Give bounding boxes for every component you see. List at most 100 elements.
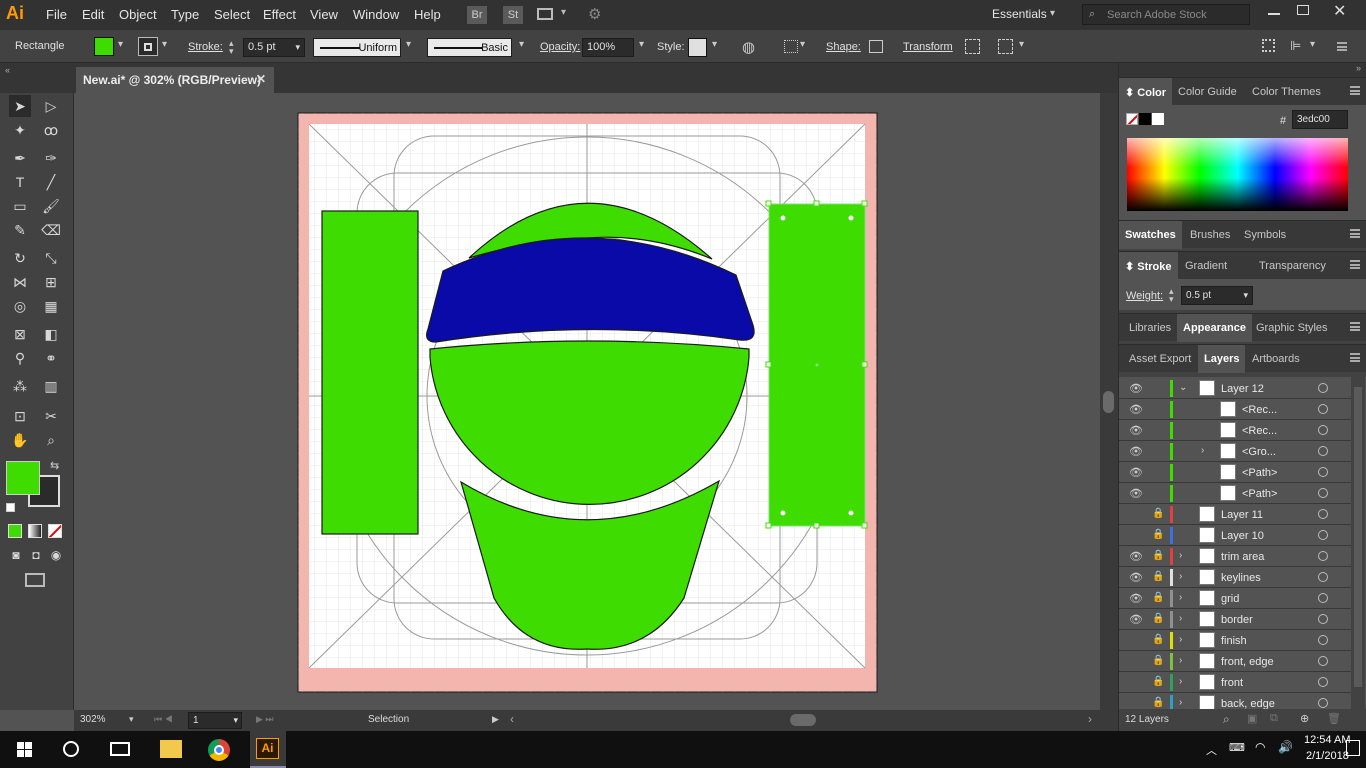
layer-row[interactable]: 🔒 › back, edge <box>1119 693 1351 709</box>
layer-row[interactable]: 👁 ⌄ Layer 12 <box>1119 378 1351 399</box>
new-layer-icon[interactable]: ⊕ <box>1300 712 1309 725</box>
menu-file[interactable]: File <box>46 7 67 22</box>
color-spectrum[interactable] <box>1127 138 1348 211</box>
isolate-selection-icon[interactable] <box>965 39 980 54</box>
stroke-panel-menu-icon[interactable] <box>1350 260 1360 269</box>
visibility-eye-icon[interactable]: 👁 <box>1129 571 1143 584</box>
panel-toggle-icon[interactable]: ⊫ <box>1290 38 1301 54</box>
layer-row[interactable]: 🔒 › front <box>1119 672 1351 693</box>
layer-row[interactable]: 👁 🔒 › border <box>1119 609 1351 630</box>
layer-row[interactable]: 🔒 Layer 10 <box>1119 525 1351 546</box>
color-mode-icon[interactable] <box>8 524 22 538</box>
make-clipping-mask-icon[interactable]: ▣ <box>1247 712 1257 725</box>
menu-type[interactable]: Type <box>171 7 199 22</box>
scale-tool-icon[interactable]: ⤡ <box>40 247 62 269</box>
menu-help[interactable]: Help <box>414 7 441 22</box>
lock-icon[interactable]: 🔒 <box>1152 529 1164 540</box>
chevron-right-icon[interactable]: › <box>1179 571 1182 582</box>
fill-color-box[interactable] <box>6 461 40 495</box>
chevron-right-icon[interactable]: › <box>1179 592 1182 603</box>
swap-fill-stroke-icon[interactable]: ⇆ <box>50 459 59 472</box>
artboard-tool-icon[interactable]: ⊡ <box>9 405 31 427</box>
transform-options-icon[interactable] <box>998 39 1013 54</box>
chevron-right-icon[interactable]: › <box>1179 676 1182 687</box>
target-icon[interactable] <box>1318 404 1328 414</box>
opacity-label[interactable]: Opacity: <box>540 41 580 53</box>
weight-stepper-icon[interactable]: ▴ ▾ <box>1169 287 1174 304</box>
none-mode-icon[interactable] <box>48 524 62 538</box>
task-view-icon[interactable] <box>110 742 130 756</box>
fill-dropdown-chevron-icon[interactable]: ▾ <box>118 39 123 50</box>
style-chevron-icon[interactable]: ▾ <box>712 39 717 50</box>
document-tab[interactable]: New.ai* @ 302% (RGB/Preview) ✕ <box>76 67 274 93</box>
screen-mode-icon[interactable] <box>25 573 45 587</box>
layer-name[interactable]: border <box>1221 614 1253 626</box>
curvature-tool-icon[interactable]: ✑ <box>40 147 62 169</box>
black-color-swatch[interactable] <box>1139 113 1151 125</box>
fill-swatch[interactable] <box>94 37 114 56</box>
default-fill-stroke-icon[interactable] <box>6 503 15 512</box>
align-to-selection-icon[interactable] <box>784 40 798 53</box>
target-icon[interactable] <box>1318 488 1328 498</box>
weight-chevron-icon[interactable]: ▾ <box>1243 287 1248 304</box>
tab-appearance[interactable]: Appearance <box>1177 314 1252 342</box>
rectangle-tool-icon[interactable]: ▭ <box>9 195 31 217</box>
lasso-tool-icon[interactable]: ꝏ <box>40 119 62 141</box>
recolor-artwork-icon[interactable]: ◍ <box>742 38 755 56</box>
file-explorer-icon[interactable] <box>160 740 182 758</box>
illustrator-taskbar-button[interactable]: Ai <box>250 731 286 768</box>
tab-gradient[interactable]: Gradient <box>1185 260 1227 272</box>
close-window-icon[interactable]: ✕ <box>1333 1 1346 21</box>
target-icon[interactable] <box>1318 614 1328 624</box>
zoom-level[interactable]: 302% <box>80 714 106 725</box>
canvas-area[interactable] <box>74 93 1100 710</box>
shaper-tool-icon[interactable]: ✎ <box>9 219 31 241</box>
shape-label[interactable]: Shape: <box>826 41 861 53</box>
variable-width-profile[interactable]: Uniform <box>313 38 401 57</box>
layer-row[interactable]: 👁 🔒 › trim area <box>1119 546 1351 567</box>
layer-name[interactable]: <Rec... <box>1242 425 1277 437</box>
locate-object-icon[interactable]: ⌕ <box>1223 712 1230 727</box>
layer-row[interactable]: 👁 <Rec... <box>1119 420 1351 441</box>
scroll-left-icon[interactable]: ‹ <box>510 712 514 726</box>
gpu-performance-icon[interactable]: ⚙ <box>588 5 601 23</box>
draw-behind-icon[interactable]: ◘ <box>25 544 47 566</box>
tab-layers[interactable]: Layers <box>1198 345 1246 373</box>
stock-search-field[interactable]: ⌕ Search Adobe Stock <box>1082 4 1250 25</box>
visibility-eye-icon[interactable]: 👁 <box>1129 403 1143 416</box>
free-transform-tool-icon[interactable]: ⊞ <box>40 271 62 293</box>
eraser-tool-icon[interactable]: ⌫ <box>40 219 62 241</box>
input-indicator-icon[interactable]: ⌨ <box>1229 741 1245 754</box>
layer-row[interactable]: 🔒 Layer 11 <box>1119 504 1351 525</box>
target-icon[interactable] <box>1318 677 1328 687</box>
slice-tool-icon[interactable]: ✂ <box>40 405 62 427</box>
tab-libraries[interactable]: Libraries <box>1129 322 1171 334</box>
layers-panel-menu-icon[interactable] <box>1350 353 1360 362</box>
start-button-icon[interactable] <box>17 742 32 757</box>
zoom-tool-icon[interactable]: ⌕ <box>40 429 62 451</box>
tab-color-guide[interactable]: Color Guide <box>1178 86 1237 98</box>
layer-name[interactable]: grid <box>1221 593 1239 605</box>
tab-symbols[interactable]: Symbols <box>1244 229 1286 241</box>
perspective-grid-tool-icon[interactable]: ▦ <box>40 295 62 317</box>
workspace-chevron-icon[interactable]: ▾ <box>1050 8 1055 19</box>
chevron-right-icon[interactable]: › <box>1179 550 1182 561</box>
layer-name[interactable]: Layer 11 <box>1221 509 1263 521</box>
lock-icon[interactable]: 🔒 <box>1152 655 1164 666</box>
chevron-down-icon[interactable]: ▾ <box>295 39 300 56</box>
menu-window[interactable]: Window <box>353 7 399 22</box>
clock-time[interactable]: 12:54 AM <box>1304 734 1350 746</box>
hand-tool-icon[interactable]: ✋ <box>9 429 31 451</box>
layer-name[interactable]: finish <box>1221 635 1247 647</box>
white-color-swatch[interactable] <box>1152 113 1164 125</box>
layer-row[interactable]: 👁 › <Gro... <box>1119 441 1351 462</box>
stroke-stepper-icon[interactable]: ▴ ▾ <box>229 39 234 56</box>
menu-edit[interactable]: Edit <box>82 7 104 22</box>
gradient-tool-icon[interactable]: ◧ <box>40 323 62 345</box>
target-icon[interactable] <box>1318 656 1328 666</box>
layer-name[interactable]: <Gro... <box>1242 446 1276 458</box>
draw-normal-icon[interactable]: ◙ <box>5 544 27 566</box>
search-taskbar-icon[interactable] <box>63 741 79 757</box>
wifi-icon[interactable]: ◠ <box>1255 740 1265 754</box>
tab-brushes[interactable]: Brushes <box>1190 229 1230 241</box>
